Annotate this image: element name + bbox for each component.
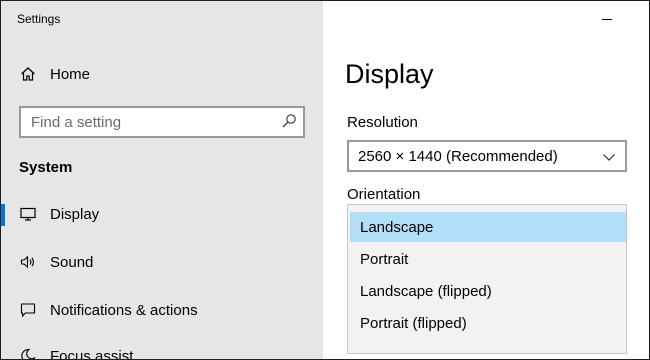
chevron-down-icon: [602, 150, 616, 164]
orientation-option-landscape[interactable]: Landscape: [350, 212, 626, 242]
search-box[interactable]: [19, 106, 305, 138]
sidebar-item-label: Sound: [50, 253, 94, 271]
resolution-label: Resolution: [347, 114, 418, 131]
option-label: Landscape: [360, 218, 434, 236]
sidebar: Settings Home System: [1, 1, 323, 360]
orientation-label: Orientation: [347, 186, 421, 203]
sidebar-item-label: Focus assist: [50, 347, 134, 360]
settings-window: Settings Home System: [0, 0, 650, 360]
sidebar-item-label: Notifications & actions: [50, 301, 198, 319]
option-label: Portrait (flipped): [360, 314, 467, 332]
sidebar-item-display[interactable]: Display: [1, 194, 323, 234]
window-title: Settings: [17, 12, 61, 26]
orientation-option-landscape-flipped[interactable]: Landscape (flipped): [350, 276, 626, 306]
sidebar-item-label: Display: [50, 205, 100, 223]
resolution-select[interactable]: 2560 × 1440 (Recommended): [347, 140, 627, 172]
orientation-dropdown-list: Landscape Portrait Landscape (flipped) P…: [347, 204, 627, 354]
orientation-option-portrait[interactable]: Portrait: [350, 244, 626, 274]
section-title: System: [19, 159, 73, 176]
nav-home[interactable]: Home: [1, 54, 323, 94]
sidebar-item-focus-assist[interactable]: Focus assist: [1, 336, 323, 360]
selection-indicator: [1, 204, 5, 226]
nav-home-label: Home: [50, 65, 91, 83]
page-title: Display: [345, 59, 434, 89]
home-icon: [19, 65, 37, 83]
search-icon[interactable]: [281, 113, 297, 129]
option-label: Portrait: [360, 250, 409, 268]
monitor-icon: [19, 205, 37, 223]
orientation-option-portrait-flipped[interactable]: Portrait (flipped): [350, 308, 626, 338]
search-input[interactable]: [21, 108, 281, 136]
sidebar-item-sound[interactable]: Sound: [1, 242, 323, 282]
speaker-icon: [19, 253, 37, 271]
resolution-value: 2560 × 1440 (Recommended): [358, 148, 558, 165]
minimize-button[interactable]: [602, 19, 612, 20]
moon-icon: [19, 347, 37, 359]
sidebar-item-notifications[interactable]: Notifications & actions: [1, 290, 323, 330]
message-icon: [19, 301, 37, 319]
option-label: Landscape (flipped): [360, 282, 492, 300]
